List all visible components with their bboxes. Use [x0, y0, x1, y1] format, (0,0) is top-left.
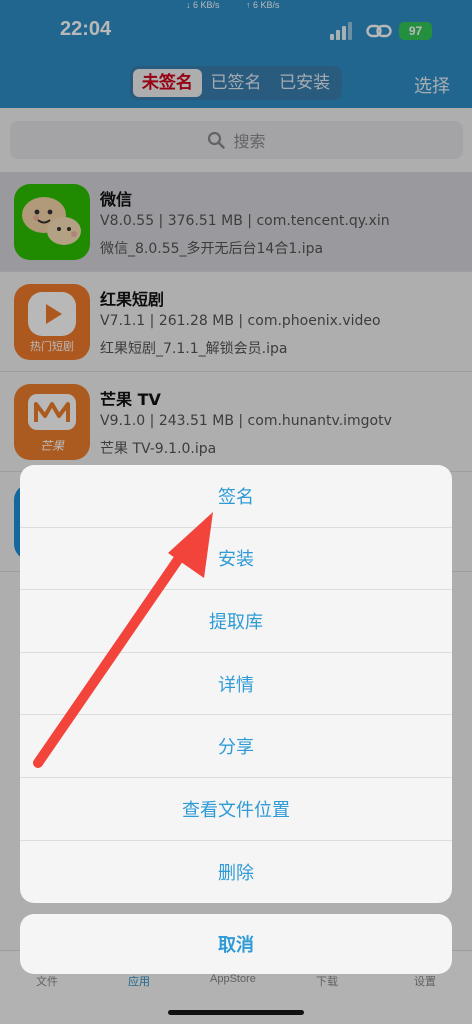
delete-action[interactable]: 删除 [20, 841, 452, 904]
install-action[interactable]: 安装 [20, 528, 452, 591]
show-file-location-action[interactable]: 查看文件位置 [20, 778, 452, 841]
details-action[interactable]: 详情 [20, 653, 452, 716]
sign-action[interactable]: 签名 [20, 465, 452, 528]
action-sheet: 签名 安装 提取库 详情 分享 查看文件位置 删除 [20, 465, 452, 904]
home-indicator [168, 1010, 304, 1015]
extract-library-action[interactable]: 提取库 [20, 590, 452, 653]
share-action[interactable]: 分享 [20, 715, 452, 778]
cancel-button[interactable]: 取消 [20, 914, 452, 974]
